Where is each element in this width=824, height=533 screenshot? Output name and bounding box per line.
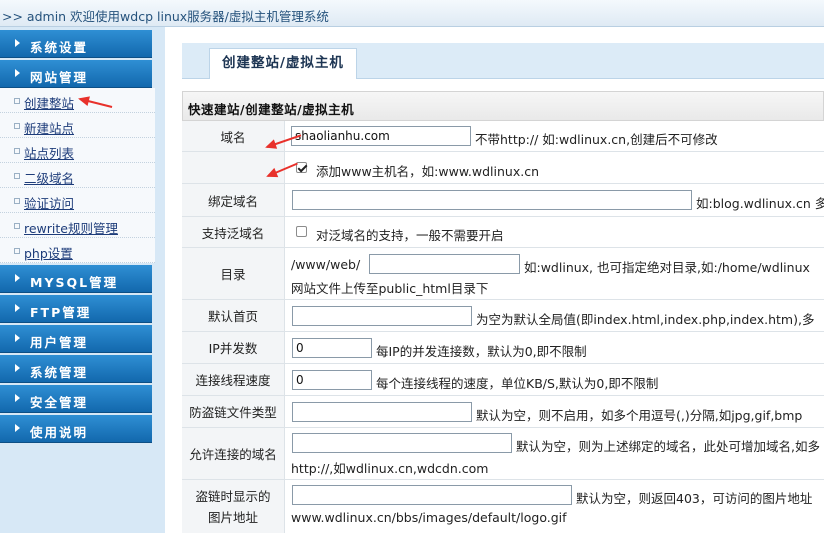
top-bar: >> admin 欢迎使用wdcp linux服务器/虚拟主机管理系统 xyxy=(0,0,824,27)
hotlink-image-hint: 默认为空，则返回403，可访问的图片地址 xyxy=(576,491,813,506)
row-bind-domain: 绑定域名 如:blog.wdlinux.cn 多 xyxy=(182,184,824,217)
nav-mysql[interactable]: MYSQL管理 xyxy=(0,265,152,293)
nav-system-settings[interactable]: 系统设置 xyxy=(0,30,152,58)
nav-ftp[interactable]: FTP管理 xyxy=(0,295,152,323)
row-hotlink-types: 防盗链文件类型 默认为空，则不启用，如多个用逗号(,)分隔,如jpg,gif,b… xyxy=(182,396,824,428)
sidebar-item-rewrite[interactable]: rewrite规则管理 xyxy=(0,213,155,238)
wildcard-checkbox[interactable] xyxy=(296,226,307,237)
caret-right-icon xyxy=(15,69,20,77)
row-hotlink-image: 盗链时显示的图片地址 默认为空，则返回403，可访问的图片地址 www.wdli… xyxy=(182,480,824,533)
row-allowed-domains: 允许连接的域名 默认为空，则为上述绑定的域名，此处可增加域名,如多 http:/… xyxy=(182,428,824,480)
row-www: 添加www主机名，如:www.wdlinux.cn xyxy=(182,152,824,184)
row-speed: 连接线程速度 每个连接线程的速度，单位KB/S,默认为0,即不限制 xyxy=(182,364,824,396)
bullet-icon xyxy=(14,198,20,204)
nav-security[interactable]: 安全管理 xyxy=(0,385,152,413)
main-content: 创建整站/虚拟主机 快速建站/创建整站/虚拟主机 域名 不带http:// 如:… xyxy=(182,43,824,533)
caret-right-icon xyxy=(15,424,20,432)
label-directory: 目录 xyxy=(182,248,285,299)
row-ip-concurrency: IP并发数 每IP的并发连接数，默认为0,即不限制 xyxy=(182,332,824,364)
bullet-icon xyxy=(14,123,20,129)
bind-domain-input[interactable] xyxy=(292,190,692,210)
index-hint: 为空为默认全局值(即index.html,index.php,index.htm… xyxy=(476,312,815,327)
ip-concurrency-input[interactable] xyxy=(292,338,372,358)
nav-users[interactable]: 用户管理 xyxy=(0,325,152,353)
sidebar-item-subdomain[interactable]: 二级域名 xyxy=(0,163,155,188)
directory-hint-2: 网站文件上传至public_html目录下 xyxy=(291,281,489,296)
sidebar-item-new-site[interactable]: 新建站点 xyxy=(0,113,155,138)
caret-right-icon xyxy=(15,334,20,342)
label-hotlink-image: 盗链时显示的图片地址 xyxy=(182,480,285,533)
www-checkbox-label: 添加www主机名，如:www.wdlinux.cn xyxy=(316,164,539,179)
allowed-domains-hint: 默认为空，则为上述绑定的域名，此处可增加域名,如多 xyxy=(516,439,820,454)
nav-system-management[interactable]: 系统管理 xyxy=(0,355,152,383)
form-title: 快速建站/创建整站/虚拟主机 xyxy=(188,102,355,117)
bullet-icon xyxy=(14,98,20,104)
index-input[interactable] xyxy=(292,306,472,326)
sidebar-item-site-list[interactable]: 站点列表 xyxy=(0,138,155,163)
label-speed: 连接线程速度 xyxy=(182,364,285,395)
directory-input[interactable] xyxy=(369,254,520,274)
sidebar-item-auth-access[interactable]: 验证访问 xyxy=(0,188,155,213)
label-index: 默认首页 xyxy=(182,300,285,331)
label-allowed-domains: 允许连接的域名 xyxy=(182,428,285,479)
label-hotlink-types: 防盗链文件类型 xyxy=(182,396,285,427)
caret-right-icon xyxy=(15,364,20,372)
caret-right-icon xyxy=(15,274,20,282)
row-directory: 目录 /www/web/ 如:wdlinux, 也可指定绝对目录,如:/home… xyxy=(182,248,824,300)
caret-right-icon xyxy=(15,394,20,402)
bullet-icon xyxy=(14,173,20,179)
hotlink-types-input[interactable] xyxy=(292,402,472,422)
nav-site-management[interactable]: 网站管理 xyxy=(0,60,152,88)
bind-domain-hint: 如:blog.wdlinux.cn 多 xyxy=(696,196,824,211)
form-title-bar: 快速建站/创建整站/虚拟主机 xyxy=(182,91,824,121)
allowed-domains-input[interactable] xyxy=(292,433,512,453)
allowed-domains-hint-2: http://,如wdlinux.cn,wdcdn.com xyxy=(291,461,489,476)
directory-prefix: /www/web/ xyxy=(291,257,361,272)
welcome-text: >> admin 欢迎使用wdcp linux服务器/虚拟主机管理系统 xyxy=(2,9,329,24)
hotlink-image-hint-2: www.wdlinux.cn/bbs/images/default/logo.g… xyxy=(291,510,567,525)
speed-hint: 每个连接线程的速度，单位KB/S,默认为0,即不限制 xyxy=(376,376,659,391)
hotlink-image-input[interactable] xyxy=(292,485,572,505)
row-index: 默认首页 为空为默认全局值(即index.html,index.php,inde… xyxy=(182,300,824,332)
bullet-icon xyxy=(14,223,20,229)
hotlink-types-hint: 默认为空，则不启用，如多个用逗号(,)分隔,如jpg,gif,bmp xyxy=(476,408,803,423)
speed-input[interactable] xyxy=(292,370,372,390)
tab-bar: 创建整站/虚拟主机 xyxy=(182,43,824,79)
nav-help[interactable]: 使用说明 xyxy=(0,415,152,443)
ip-concurrency-hint: 每IP的并发连接数，默认为0,即不限制 xyxy=(376,344,587,359)
caret-right-icon xyxy=(15,304,20,312)
caret-right-icon xyxy=(15,39,20,47)
row-wildcard: 支持泛域名 对泛域名的支持，一般不需要开启 xyxy=(182,217,824,248)
domain-hint: 不带http:// 如:wdlinux.cn,创建后不可修改 xyxy=(475,132,718,147)
row-domain: 域名 不带http:// 如:wdlinux.cn,创建后不可修改 xyxy=(182,121,824,152)
label-ip-concurrency: IP并发数 xyxy=(182,332,285,363)
wildcard-checkbox-label: 对泛域名的支持，一般不需要开启 xyxy=(316,228,504,243)
domain-input[interactable] xyxy=(291,126,471,146)
bullet-icon xyxy=(14,148,20,154)
tab-create-site[interactable]: 创建整站/虚拟主机 xyxy=(209,48,357,79)
directory-hint: 如:wdlinux, 也可指定绝对目录,如:/home/wdlinux xyxy=(524,260,810,275)
sidebar-item-php[interactable]: php设置 xyxy=(0,238,155,263)
label-bind-domain: 绑定域名 xyxy=(182,184,285,216)
label-wildcard: 支持泛域名 xyxy=(182,217,285,247)
bullet-icon xyxy=(14,248,20,254)
